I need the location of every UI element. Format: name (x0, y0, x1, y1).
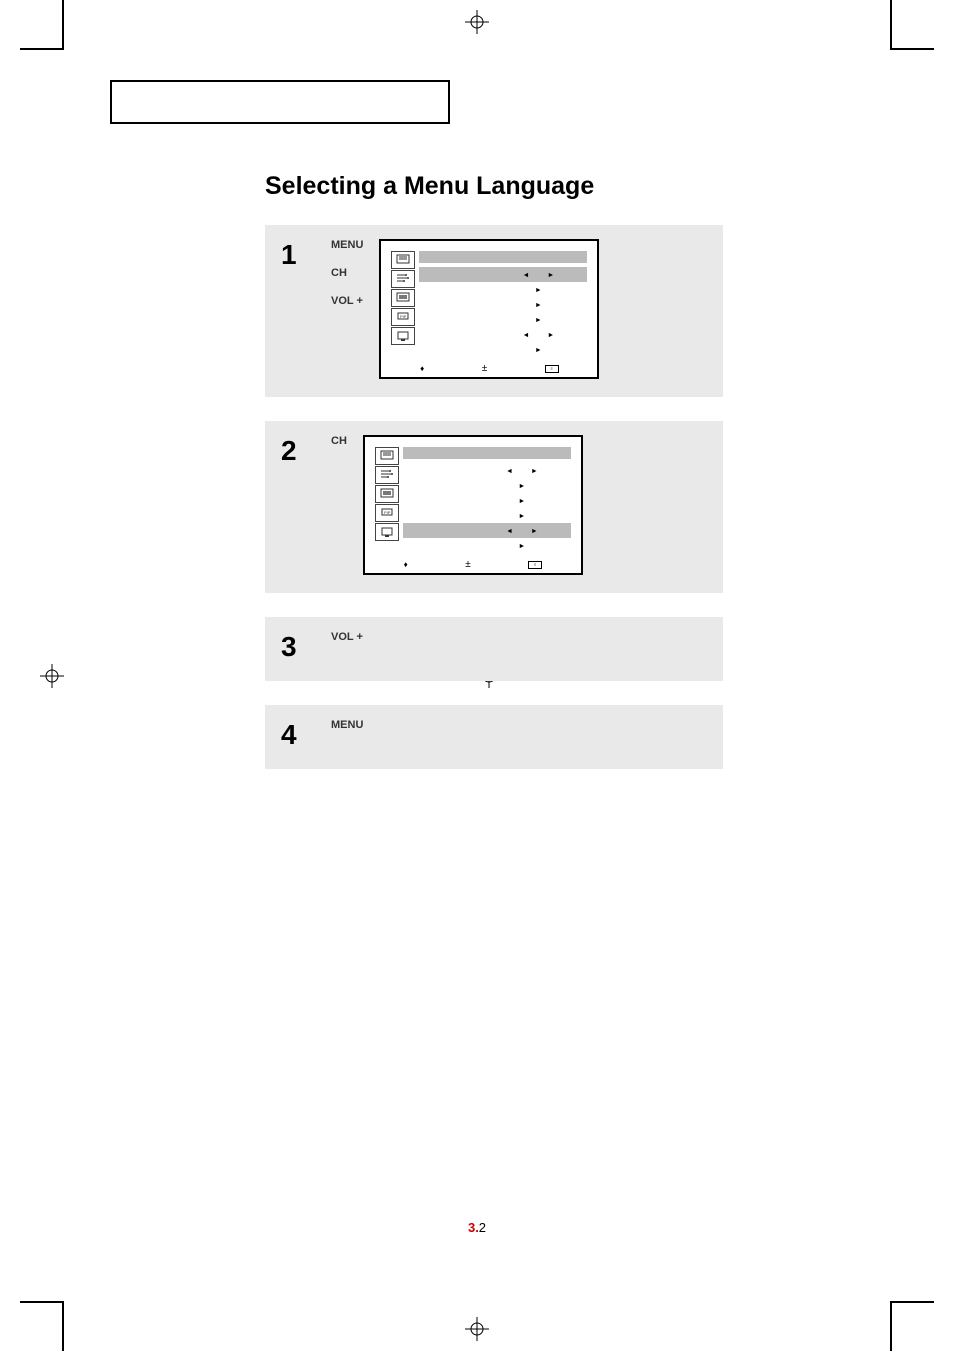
crop-mark (890, 1301, 934, 1303)
tv-menu-row (419, 297, 587, 312)
arrow-right-icon (518, 511, 525, 520)
arrow-right-icon (547, 270, 554, 279)
tv-menu-row (403, 523, 571, 538)
tv-menu-row (419, 327, 587, 342)
step-number: 2 (281, 435, 307, 575)
step-block: 1 MENU CH VOL + PIP ≡ (265, 225, 723, 397)
svg-text:PIP: PIP (384, 510, 391, 515)
tv-header-bar (419, 251, 587, 263)
tv-header-bar (403, 447, 571, 459)
button-label: VOL + (331, 295, 363, 307)
plus-minus-icon (482, 363, 488, 374)
arrow-left-icon (506, 466, 513, 475)
arrow-left-icon (522, 270, 529, 279)
crop-mark (20, 48, 64, 50)
step-number: 3 (281, 631, 307, 663)
tv-sidebar-icon: PIP (391, 308, 415, 326)
button-label: MENU (331, 719, 363, 731)
page-number: 3.2 (468, 1220, 486, 1235)
plus-minus-icon (465, 559, 471, 570)
button-label: VOL + (331, 631, 363, 643)
tv-menu-row (419, 342, 587, 357)
arrow-right-icon (535, 345, 542, 354)
tv-sidebar-icon (375, 523, 399, 541)
arrow-right-icon (547, 330, 554, 339)
tv-footer: ≡ (391, 363, 587, 374)
chapter-header-box (110, 80, 450, 124)
step-block: 4 MENU (265, 705, 723, 769)
arrow-right-icon (531, 526, 538, 535)
arrow-right-icon (535, 300, 542, 309)
crop-mark (890, 48, 934, 50)
updown-icon (420, 364, 424, 373)
arrow-right-icon (535, 285, 542, 294)
crop-mark (890, 1301, 892, 1351)
tv-menu-row (419, 312, 587, 327)
arrow-left-icon (506, 526, 513, 535)
arrow-right-icon (518, 541, 525, 550)
tv-sidebar-icon (375, 485, 399, 503)
step-number: 4 (281, 719, 307, 751)
step-number: 1 (281, 239, 307, 379)
page-title: Selecting a Menu Language (265, 172, 844, 201)
arrow-right-icon (531, 466, 538, 475)
arrow-right-icon (535, 315, 542, 324)
tv-sidebar-icon (391, 270, 415, 288)
arrow-right-icon (518, 481, 525, 490)
tv-menu-row (403, 493, 571, 508)
crop-mark (890, 0, 892, 50)
tv-sidebar-icon (391, 251, 415, 269)
button-label: MENU (331, 239, 363, 251)
tv-screen-mockup: PIP ≡ (379, 239, 599, 379)
crop-mark (20, 1301, 64, 1303)
step-block: 3 VOL + (265, 617, 723, 681)
tv-sidebar-icon: PIP (375, 504, 399, 522)
arrow-right-icon (518, 496, 525, 505)
tv-menu-row (403, 463, 571, 478)
button-label: CH (331, 267, 363, 279)
tv-menu-row (403, 508, 571, 523)
tv-sidebar-icon (391, 289, 415, 307)
crop-mark (62, 1301, 64, 1351)
tv-screen-mockup: PIP ≡ (363, 435, 583, 575)
tv-menu-row (403, 538, 571, 553)
tv-menu-row (419, 267, 587, 282)
tv-menu-row (403, 478, 571, 493)
registration-mark-icon (465, 1317, 489, 1341)
button-label: CH (331, 435, 347, 447)
crop-mark (62, 0, 64, 50)
svg-text:PIP: PIP (400, 314, 407, 319)
tv-sidebar-icon (391, 327, 415, 345)
menu-icon: ≡ (545, 365, 559, 373)
step-block: 2 CH PIP ≡ (265, 421, 723, 593)
tv-menu-row (419, 282, 587, 297)
updown-icon (404, 560, 408, 569)
registration-mark-icon (40, 664, 64, 688)
tv-sidebar-icon (375, 466, 399, 484)
tv-footer: ≡ (375, 559, 571, 570)
arrow-left-icon (522, 330, 529, 339)
menu-icon: ≡ (528, 561, 542, 569)
tv-sidebar-icon (375, 447, 399, 465)
registration-mark-icon (465, 10, 489, 34)
